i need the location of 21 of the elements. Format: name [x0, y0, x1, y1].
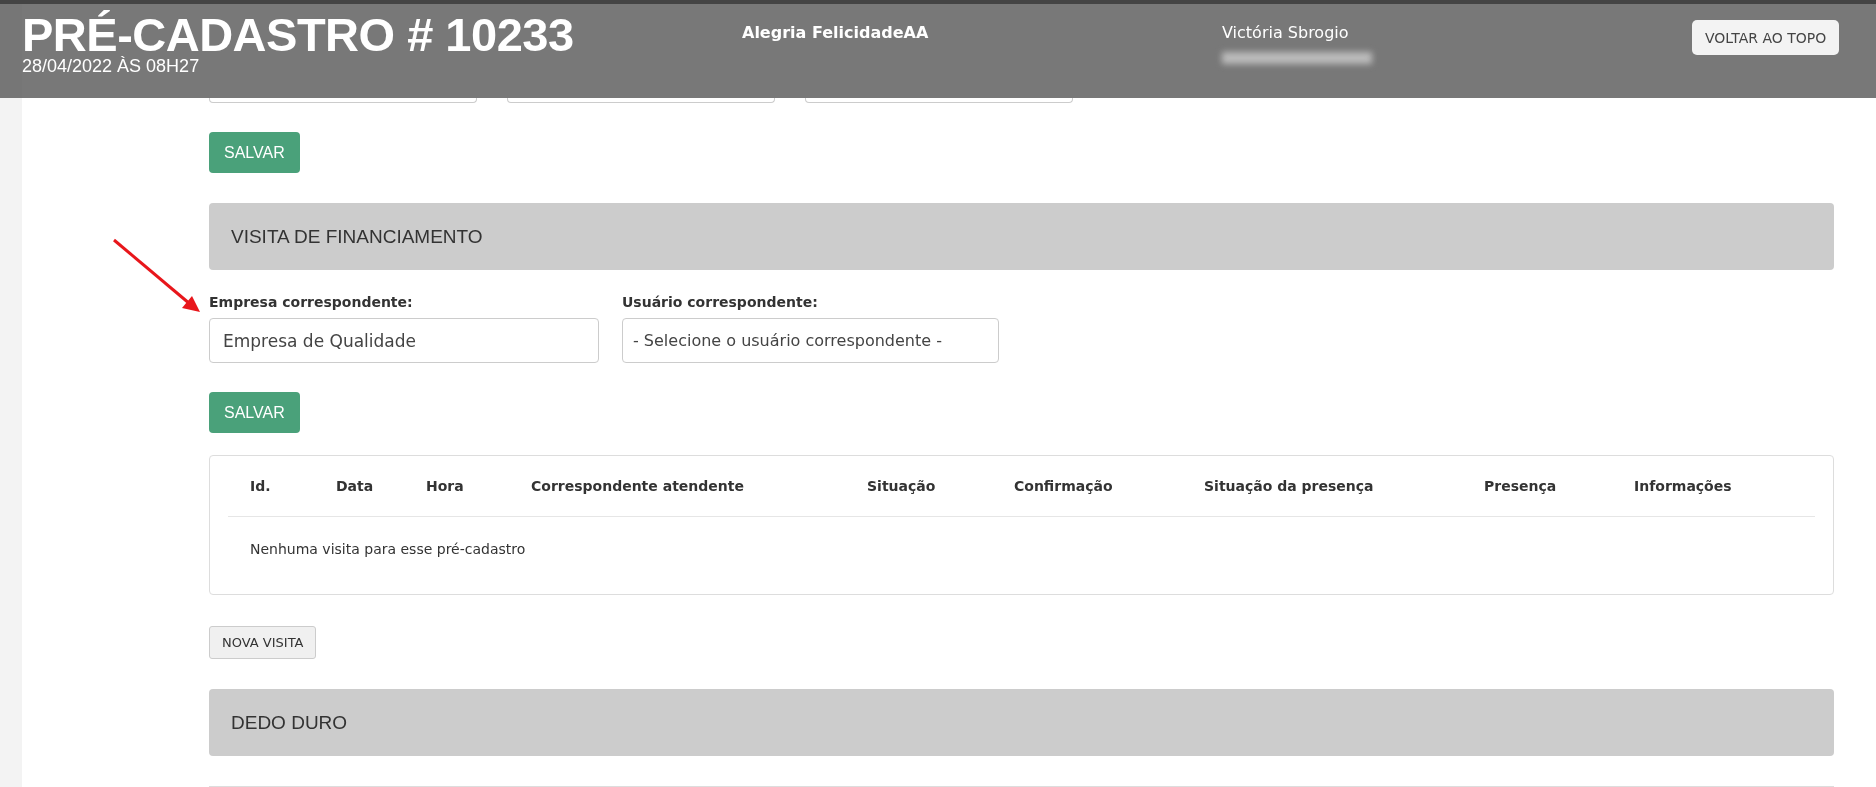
- column-header: Situação da presença: [1203, 478, 1375, 494]
- column-header: Presença: [1483, 478, 1558, 494]
- column-header: Id.: [249, 478, 272, 494]
- client-name: Alegria FelicidadeAA: [742, 23, 930, 42]
- column-header: Hora: [425, 478, 465, 494]
- date-text: 28/04/2022 ÀS 08H27: [22, 56, 201, 77]
- user-select[interactable]: - Selecione o usuário correspondente -: [622, 318, 999, 363]
- field-label: Usuário correspondente:: [622, 294, 819, 310]
- section-header: DEDO DURO: [209, 689, 1834, 756]
- user-name: Victória Sbrogio: [1222, 23, 1350, 42]
- column-header: Situação: [866, 478, 937, 494]
- back-to-top-button[interactable]: VOLTAR AO TOPO: [1692, 20, 1840, 55]
- new-visit-button[interactable]: NOVA VISITA: [209, 626, 317, 659]
- field-label: Empresa correspondente:: [209, 294, 414, 310]
- section-header: VISITA DE FINANCIAMENTO: [209, 203, 1834, 270]
- column-header: Data: [335, 478, 375, 494]
- column-header: Confirmação: [1013, 478, 1114, 494]
- column-header: Correspondente atendente: [530, 478, 745, 494]
- empty-message: Nenhuma visita para esse pré-cadastro: [249, 540, 527, 559]
- company-field[interactable]: Empresa de Qualidade: [209, 318, 599, 363]
- column-header: Informações: [1633, 478, 1733, 494]
